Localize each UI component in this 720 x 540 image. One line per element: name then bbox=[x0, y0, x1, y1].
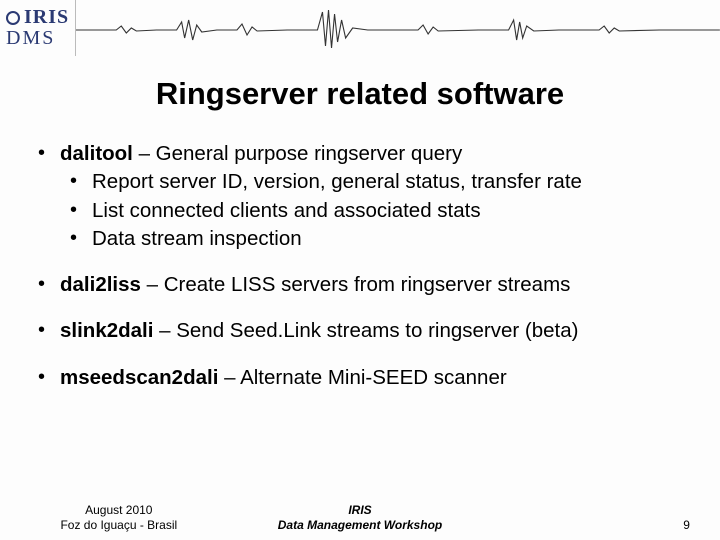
slide-title: Ringserver related software bbox=[0, 76, 720, 112]
term: dali2liss bbox=[60, 273, 141, 296]
desc: – Send Seed.Link streams to ringserver (… bbox=[153, 319, 578, 342]
term: mseedscan2dali bbox=[60, 366, 218, 389]
sub-bullet-item: Report server ID, version, general statu… bbox=[60, 168, 690, 196]
desc: – Create LISS servers from ringserver st… bbox=[141, 273, 571, 296]
footer-event: Data Management Workshop bbox=[238, 518, 483, 532]
footer-center: IRIS Data Management Workshop bbox=[238, 503, 483, 532]
slide-footer: August 2010 Foz do Iguaçu - Brasil IRIS … bbox=[0, 503, 720, 532]
logo-globe-icon bbox=[6, 11, 20, 25]
term: dalitool bbox=[60, 142, 133, 165]
term: slink2dali bbox=[60, 319, 153, 342]
bullet-list: dalitool – General purpose ringserver qu… bbox=[30, 140, 690, 392]
iris-dms-logo: IRIS DMS bbox=[0, 0, 76, 56]
logo-text-iris: IRIS bbox=[24, 6, 69, 29]
sub-bullet-item: Data stream inspection bbox=[60, 225, 690, 253]
footer-date: August 2010 bbox=[0, 503, 238, 517]
bullet-item: slink2dali – Send Seed.Link streams to r… bbox=[30, 317, 690, 345]
slide-body: dalitool – General purpose ringserver qu… bbox=[0, 140, 720, 392]
footer-left: August 2010 Foz do Iguaçu - Brasil bbox=[0, 503, 238, 532]
desc: – General purpose ringserver query bbox=[133, 142, 462, 165]
bullet-item: dalitool – General purpose ringserver qu… bbox=[30, 140, 690, 253]
bullet-item: dali2liss – Create LISS servers from rin… bbox=[30, 271, 690, 299]
slide-header: IRIS DMS bbox=[0, 0, 720, 56]
bullet-item: mseedscan2dali – Alternate Mini-SEED sca… bbox=[30, 364, 690, 392]
sub-bullet-list: Report server ID, version, general statu… bbox=[60, 168, 690, 253]
seismic-waveform-icon bbox=[76, 0, 720, 56]
desc: – Alternate Mini-SEED scanner bbox=[218, 366, 506, 389]
logo-text-dms: DMS bbox=[6, 27, 69, 50]
footer-location: Foz do Iguaçu - Brasil bbox=[0, 518, 238, 532]
sub-bullet-item: List connected clients and associated st… bbox=[60, 197, 690, 225]
footer-page-number: 9 bbox=[482, 518, 720, 532]
footer-org: IRIS bbox=[238, 503, 483, 517]
